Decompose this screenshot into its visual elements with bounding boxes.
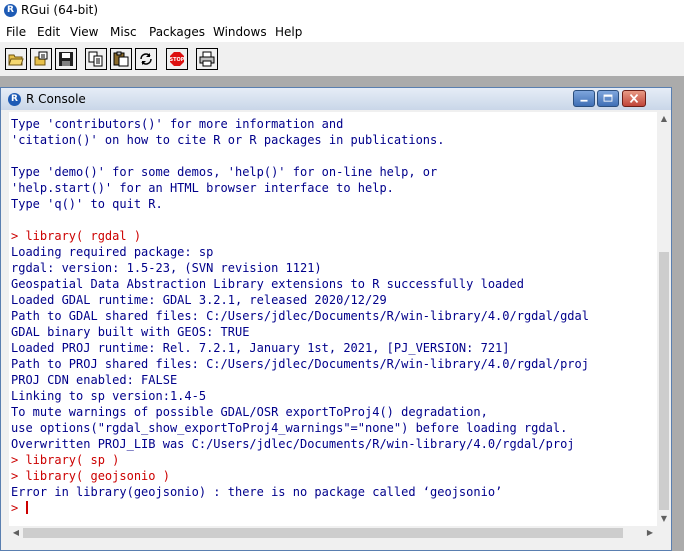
console-output-line (11, 212, 589, 228)
console-output-line: Path to GDAL shared files: C:/Users/jdle… (11, 309, 589, 323)
scroll-down-icon[interactable]: ▼ (657, 512, 671, 526)
load-workspace-button[interactable] (30, 48, 52, 70)
menu-packages[interactable]: Packages (149, 25, 205, 39)
close-button[interactable] (622, 90, 646, 107)
console-output-line: Type 'q()' to quit R. (11, 197, 163, 211)
menu-help[interactable]: Help (275, 25, 302, 39)
toolbar: STOP (0, 44, 684, 74)
console-output-line: 'citation()' on how to cite R or R packa… (11, 133, 445, 147)
console-output-line (11, 148, 589, 164)
r-console-window: R R Console Type 'contributors()' for mo… (0, 87, 672, 551)
r-logo-icon: R (8, 93, 21, 106)
floppy-disk-icon (59, 52, 73, 66)
paste-button[interactable] (110, 48, 132, 70)
console-output-line: rgdal: version: 1.5-23, (SVN revision 11… (11, 261, 322, 275)
text-cursor (26, 501, 29, 514)
console-prompt: > (11, 501, 19, 515)
menu-bar: File Edit View Misc Packages Windows Hel… (0, 22, 684, 42)
minimize-icon (580, 99, 588, 102)
scroll-right-icon[interactable]: ▶ (643, 526, 657, 540)
console-command-line: > library( geojsonio ) (11, 469, 170, 483)
minimize-button[interactable] (573, 90, 595, 107)
horizontal-scroll-thumb[interactable] (23, 528, 623, 538)
console-output-line: Type 'demo()' for some demos, 'help()' f… (11, 165, 438, 179)
console-output-line: Loading required package: sp (11, 245, 214, 259)
open-script-button[interactable] (5, 48, 27, 70)
console-output-line: use options("rgdal_show_exportToProj4_wa… (11, 421, 568, 435)
print-button[interactable] (196, 48, 218, 70)
console-title: R Console (26, 92, 86, 106)
menu-file[interactable]: File (6, 25, 26, 39)
scroll-up-icon[interactable]: ▲ (657, 112, 671, 126)
copy-paste-button[interactable] (135, 48, 157, 70)
console-output[interactable]: Type 'contributors()' for more informati… (9, 112, 657, 526)
horizontal-scrollbar[interactable]: ◀ ▶ (9, 526, 657, 540)
console-output-line: Loaded PROJ runtime: Rel. 7.2.1, January… (11, 341, 510, 355)
console-output-line: Overwritten PROJ_LIB was C:/Users/jdlec/… (11, 437, 575, 451)
console-output-line: Linking to sp version:1.4-5 (11, 389, 207, 403)
menu-edit[interactable]: Edit (37, 25, 60, 39)
console-output-line: Error in library(geojsonio) : there is n… (11, 485, 503, 499)
console-text: Type 'contributors()' for more informati… (11, 116, 589, 516)
vertical-scrollbar[interactable]: ▲ ▼ (657, 112, 671, 526)
console-output-line: Geospatial Data Abstraction Library exte… (11, 277, 524, 291)
copy-button[interactable] (85, 48, 107, 70)
console-output-line: Path to PROJ shared files: C:/Users/jdle… (11, 357, 589, 371)
printer-icon (199, 51, 215, 67)
console-prompt-line[interactable]: > (11, 500, 589, 516)
folder-open-icon (8, 54, 24, 66)
app-title: RGui (64-bit) (21, 3, 99, 17)
console-output-line: 'help.start()' for an HTML browser inter… (11, 181, 394, 195)
app-titlebar: R RGui (64-bit) (0, 0, 684, 22)
save-workspace-button[interactable] (55, 48, 77, 70)
console-output-line: Loaded GDAL runtime: GDAL 3.2.1, release… (11, 293, 387, 307)
refresh-icon (140, 53, 152, 65)
console-output-line: PROJ CDN enabled: FALSE (11, 373, 178, 387)
stop-label: STOP (170, 57, 185, 63)
vertical-scroll-thumb[interactable] (659, 252, 669, 510)
console-output-line: GDAL binary built with GEOS: TRUE (11, 325, 250, 339)
paste-icon (113, 51, 129, 67)
menu-view[interactable]: View (70, 25, 98, 39)
console-output-line: To mute warnings of possible GDAL/OSR ex… (11, 405, 488, 419)
maximize-button[interactable] (597, 90, 619, 107)
maximize-icon (603, 94, 613, 102)
console-command-line: > library( sp ) (11, 453, 120, 467)
console-command-line: > library( rgdal ) (11, 229, 142, 243)
stop-button[interactable]: STOP (166, 48, 188, 70)
scroll-left-icon[interactable]: ◀ (9, 526, 23, 540)
copy-icon (88, 51, 103, 67)
load-workspace-icon (34, 51, 48, 66)
close-icon (629, 93, 639, 104)
r-logo-icon: R (4, 4, 17, 17)
menu-windows[interactable]: Windows (213, 25, 267, 39)
stop-sign-icon: STOP (170, 52, 185, 66)
menu-misc[interactable]: Misc (110, 25, 137, 39)
console-output-line: Type 'contributors()' for more informati… (11, 117, 344, 131)
console-titlebar[interactable]: R R Console (1, 88, 671, 110)
